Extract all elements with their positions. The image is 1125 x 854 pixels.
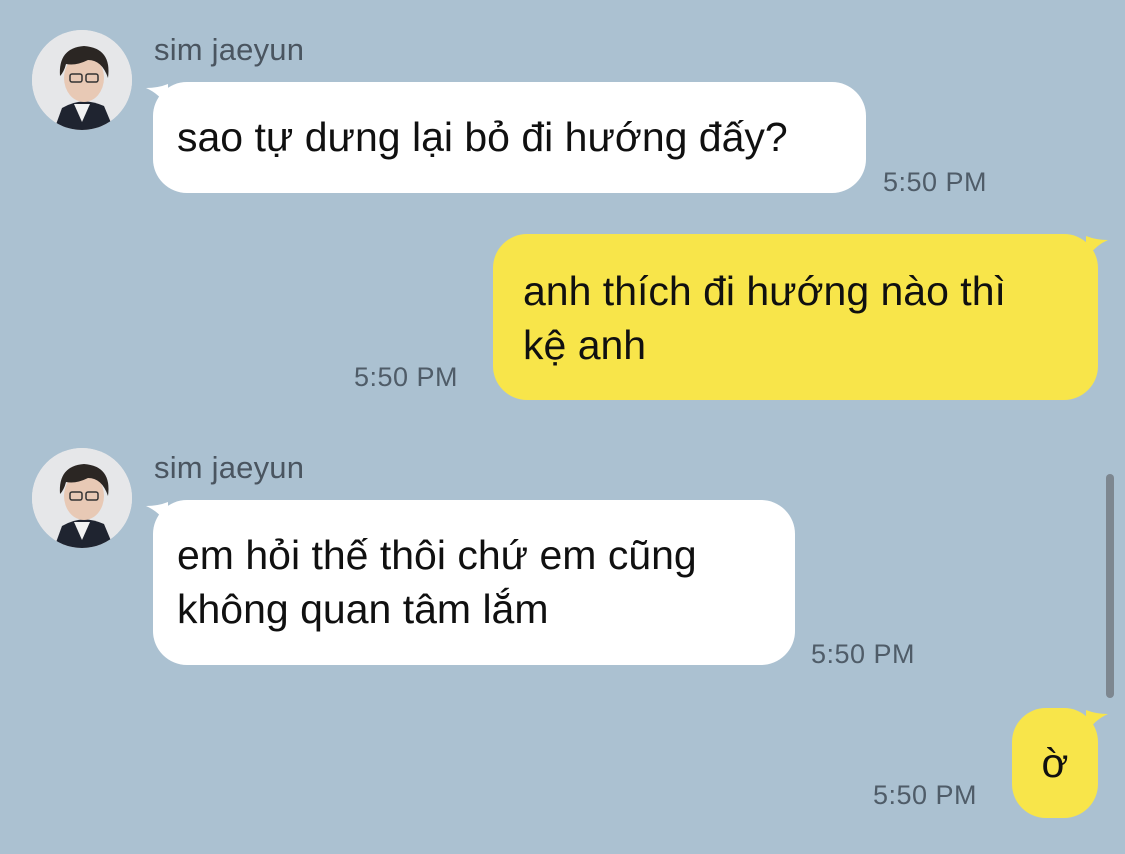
- profile-photo-icon: [32, 448, 132, 548]
- avatar[interactable]: [32, 448, 132, 548]
- profile-photo-icon: [32, 30, 132, 130]
- avatar[interactable]: [32, 30, 132, 130]
- sender-name: sim jaeyun: [154, 32, 305, 67]
- message-timestamp: 5:50 PM: [873, 780, 978, 810]
- message-text-line: anh thích đi hướng nào thì: [523, 268, 1006, 314]
- chat-area[interactable]: sim jaeyun sao tự dưng lại bỏ đi hướng đ…: [0, 0, 1125, 854]
- message-text-line: sao tự dưng lại bỏ đi hướng đấy?: [177, 114, 788, 160]
- bubble-tail-icon: [1086, 236, 1108, 260]
- message-timestamp: 5:50 PM: [354, 362, 459, 392]
- message-timestamp: 5:50 PM: [883, 167, 988, 197]
- message-bubble-outgoing[interactable]: anh thích đi hướng nào thì kệ anh: [493, 234, 1098, 400]
- message-text-line: không quan tâm lắm: [177, 586, 549, 632]
- message-text-line: kệ anh: [523, 322, 647, 368]
- sender-name: sim jaeyun: [154, 450, 305, 485]
- message-timestamp: 5:50 PM: [811, 639, 916, 669]
- message-bubble-incoming[interactable]: sao tự dưng lại bỏ đi hướng đấy?: [153, 82, 866, 193]
- message-bubble-incoming[interactable]: em hỏi thế thôi chứ em cũng không quan t…: [153, 500, 795, 665]
- message-text-line: em hỏi thế thôi chứ em cũng: [177, 532, 697, 578]
- message-text-line: ờ: [1041, 740, 1069, 786]
- bubble-tail-icon: [1086, 710, 1108, 734]
- scrollbar[interactable]: [1106, 474, 1114, 698]
